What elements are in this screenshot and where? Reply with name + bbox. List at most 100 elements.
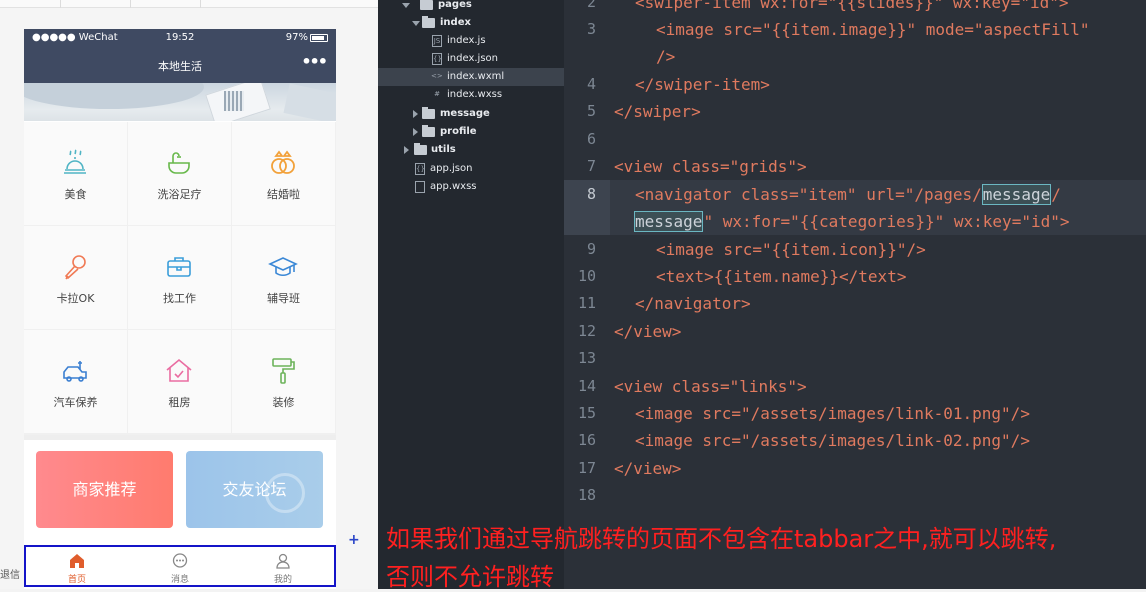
page-title: 本地生活: [158, 60, 202, 73]
code-line: </view>: [614, 459, 682, 478]
tree-file-index-wxml[interactable]: <> index.wxml: [378, 68, 564, 86]
line-number: 16: [577, 431, 596, 449]
code-line: <image src="{{item.image}}" mode="aspect…: [656, 20, 1090, 39]
grid-item-bath[interactable]: 洗浴足疗: [128, 122, 231, 225]
tab-home[interactable]: 首页: [26, 547, 128, 585]
user-icon: [276, 553, 290, 569]
chevron-right-icon: [413, 110, 418, 118]
toolbar-divider: [130, 0, 131, 8]
line-number: 2: [586, 0, 596, 11]
chevron-down-icon: [412, 21, 420, 26]
tab-profile[interactable]: 我的: [232, 547, 334, 585]
tree-label: profile: [440, 126, 477, 137]
code-line: message" wx:for="{{categories}}" wx:key=…: [634, 211, 1070, 232]
code-line: <navigator class="item" url="/pages/mess…: [635, 184, 1061, 205]
grid-item-wedding[interactable]: 结婚啦: [232, 122, 335, 225]
line-number: 17: [577, 459, 596, 477]
grid-item-food[interactable]: 美食: [24, 122, 127, 225]
grid-item-jobs[interactable]: 找工作: [128, 226, 231, 329]
folder-icon: [414, 143, 427, 155]
code-editor[interactable]: 2 3 4 5 6 7 8 9 10 11 12 13 14 15 16 17 …: [564, 0, 1146, 589]
grid-item-rent[interactable]: 租房: [128, 330, 231, 433]
code-line: <view class="grids">: [614, 157, 807, 176]
tree-folder-message[interactable]: message: [378, 105, 564, 123]
status-bar: ●●●●● WeChat 19:52 97%: [24, 29, 336, 47]
grid-item-label: 辅导班: [267, 292, 300, 305]
phone-screen: ●●●●● WeChat 19:52 97% 本地生活 ••• 美食 洗浴足疗: [24, 29, 336, 589]
tree-label: index.js: [447, 35, 486, 46]
simulator-toolbar: [0, 0, 378, 8]
json-file-icon: {}: [432, 53, 442, 65]
paint-roller-icon: [272, 358, 295, 384]
folder-icon: [420, 0, 433, 10]
grid-item-renovation[interactable]: 装修: [232, 330, 335, 433]
merchant-recommend-link[interactable]: 商家推荐: [36, 451, 173, 528]
bath-icon: [168, 152, 190, 174]
search-match-highlight: message: [981, 184, 1052, 205]
tree-label: index.wxss: [447, 89, 503, 100]
tab-label: 我的: [273, 575, 292, 585]
tree-label: app.wxss: [430, 181, 477, 192]
grid-item-label: 找工作: [163, 292, 196, 305]
grid-item-label: 结婚啦: [267, 188, 300, 201]
folder-icon: [422, 107, 435, 119]
forum-link[interactable]: 交友论坛: [186, 451, 323, 528]
banner-image: [283, 83, 336, 121]
tree-file-app-json[interactable]: {} app.json: [378, 160, 564, 178]
tree-folder-index[interactable]: index: [378, 14, 564, 32]
banner-image: [24, 83, 204, 109]
category-grid: 美食 洗浴足疗 结婚啦 卡拉OK 找工作 辅导班 汽车保养 租房 装修: [24, 122, 336, 435]
tree-file-index-json[interactable]: {} index.json: [378, 50, 564, 68]
line-number: 7: [586, 157, 596, 175]
battery-icon: [310, 34, 328, 42]
grid-item-label: 洗浴足疗: [157, 188, 202, 201]
tree-file-index-js[interactable]: JS index.js: [378, 32, 564, 50]
microphone-icon: [64, 255, 86, 280]
briefcase-icon: [167, 257, 191, 277]
caption-line-1: 如果我们通过导航跳转的页面不包含在tabbar之中,就可以跳转,: [386, 525, 1057, 553]
tree-file-index-wxss[interactable]: # index.wxss: [378, 86, 564, 104]
graduation-cap-icon: [268, 257, 298, 277]
code-line: </swiper-item>: [635, 75, 770, 94]
line-number: 6: [586, 130, 596, 148]
line-number: 12: [577, 322, 596, 340]
line-number: 11: [577, 294, 596, 312]
grid-item-tutoring[interactable]: 辅导班: [232, 226, 335, 329]
tab-message[interactable]: 消息: [129, 547, 231, 585]
toolbar-divider: [60, 0, 61, 8]
tab-label: 消息: [170, 575, 189, 585]
tree-label: pages: [438, 0, 472, 10]
code-line: <view class="links">: [614, 377, 807, 396]
file-icon: [415, 181, 425, 193]
code-fragment: <navigator class="item" url="/pages/: [635, 185, 982, 204]
navigation-bar: 本地生活 •••: [24, 47, 336, 83]
code-line: <image src="{{item.icon}}"/>: [656, 240, 926, 259]
grid-item-label: 卡拉OK: [56, 292, 95, 305]
simulator-panel: 退信 + ●●●●● WeChat 19:52 97% 本地生活 ••• 美食: [0, 0, 378, 589]
grid-item-car-service[interactable]: 汽车保养: [24, 330, 127, 433]
toolbar-divider: [200, 0, 201, 8]
code-line: </view>: [614, 322, 682, 341]
swiper-banner[interactable]: [24, 83, 336, 121]
rings-icon: [271, 150, 295, 174]
tree-folder-pages[interactable]: pages: [378, 0, 564, 14]
add-button[interactable]: +: [348, 532, 360, 548]
left-edge-text: 退信: [0, 570, 20, 581]
message-icon: [172, 553, 188, 568]
line-number: 9: [586, 240, 596, 258]
tree-file-app-wxss[interactable]: app.wxss: [378, 178, 564, 196]
more-menu-icon[interactable]: •••: [301, 52, 328, 71]
tree-label: message: [440, 108, 490, 119]
tree-folder-profile[interactable]: profile: [378, 123, 564, 141]
grid-item-label: 美食: [64, 188, 87, 201]
style-file-icon: #: [434, 90, 440, 98]
tree-folder-utils[interactable]: utils: [378, 141, 564, 159]
tree-label: index: [440, 17, 471, 28]
code-line: </swiper>: [614, 102, 701, 121]
line-number: 15: [577, 404, 596, 422]
js-file-icon: JS: [432, 35, 442, 47]
code-fragment: " wx:for="{{categories}}" wx:key="id">: [703, 212, 1070, 231]
tree-label: index.json: [447, 53, 498, 64]
grid-item-karaoke[interactable]: 卡拉OK: [24, 226, 127, 329]
battery-percent: 97%: [285, 32, 308, 43]
